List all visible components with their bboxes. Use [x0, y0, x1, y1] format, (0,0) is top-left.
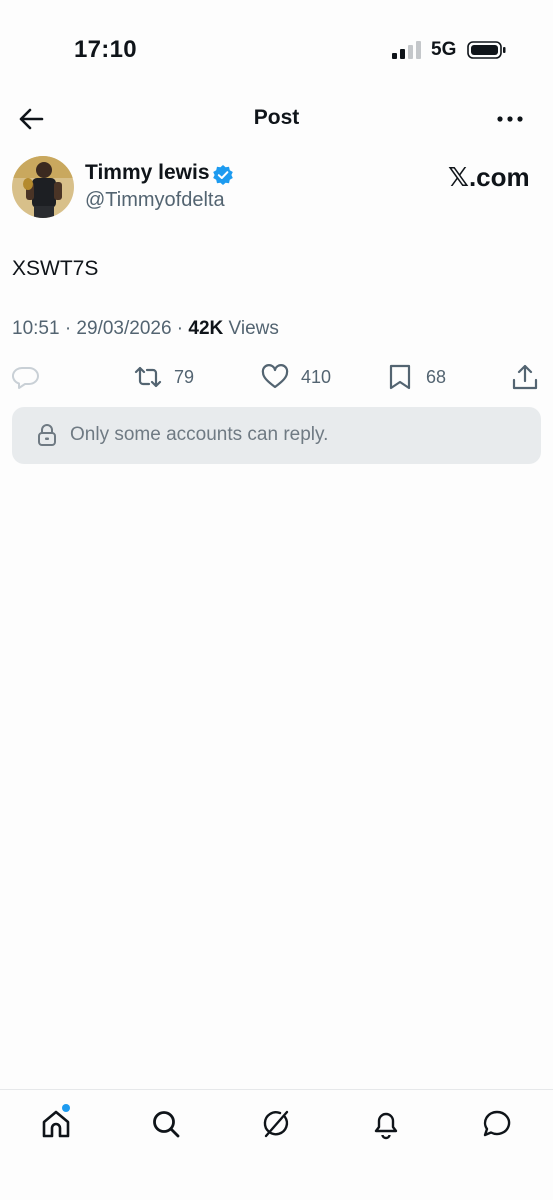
share-icon	[512, 364, 538, 390]
retweet-button[interactable]: 79	[134, 360, 194, 394]
network-label: 5G	[431, 39, 457, 60]
page-title: Post	[253, 106, 300, 129]
user-handle[interactable]: @Timmyofdelta	[85, 189, 225, 212]
bookmark-icon	[389, 364, 411, 390]
share-button[interactable]	[511, 360, 539, 394]
bookmark-count: 68	[426, 366, 447, 387]
views-label: Views	[223, 318, 279, 339]
verified-badge-icon	[213, 165, 233, 185]
battery-icon	[467, 41, 506, 59]
action-bar: 79 410 68	[0, 360, 553, 394]
bookmark-button[interactable]: 68	[386, 360, 446, 394]
messages-icon[interactable]	[481, 1108, 513, 1140]
like-count: 410	[301, 366, 332, 387]
notifications-icon[interactable]	[370, 1108, 402, 1140]
search-icon[interactable]	[150, 1108, 182, 1140]
avatar[interactable]	[12, 156, 74, 218]
signal-icon	[392, 41, 421, 59]
post-meta: 10:51 · 29/03/2026 · 42K Views	[12, 318, 279, 340]
home-notification-dot	[62, 1104, 70, 1112]
heart-icon	[261, 364, 289, 389]
views-count[interactable]: 42K	[188, 318, 223, 339]
post-text: XSWT7S	[12, 257, 99, 280]
lock-icon	[38, 424, 56, 446]
reply-icon	[12, 366, 39, 389]
x-com-logo: 𝕏.com	[448, 162, 530, 192]
status-bar: 17:10 5G	[0, 0, 553, 100]
home-icon[interactable]	[40, 1108, 72, 1140]
display-name[interactable]: Timmy lewis	[85, 161, 210, 185]
reply-restriction-banner: Only some accounts can reply.	[12, 407, 541, 464]
bottom-tab-bar	[0, 1089, 553, 1200]
post-timestamp: 10:51 · 29/03/2026 ·	[12, 318, 189, 339]
reply-button[interactable]	[12, 360, 40, 394]
nav-header: Post	[0, 100, 553, 138]
retweet-icon	[134, 366, 162, 388]
more-options-icon[interactable]	[496, 107, 524, 131]
like-button[interactable]: 410	[261, 360, 331, 394]
reply-restriction-text: Only some accounts can reply.	[70, 424, 329, 445]
retweet-count: 79	[174, 366, 195, 387]
status-time: 17:10	[74, 36, 137, 63]
grok-icon[interactable]	[260, 1108, 292, 1140]
